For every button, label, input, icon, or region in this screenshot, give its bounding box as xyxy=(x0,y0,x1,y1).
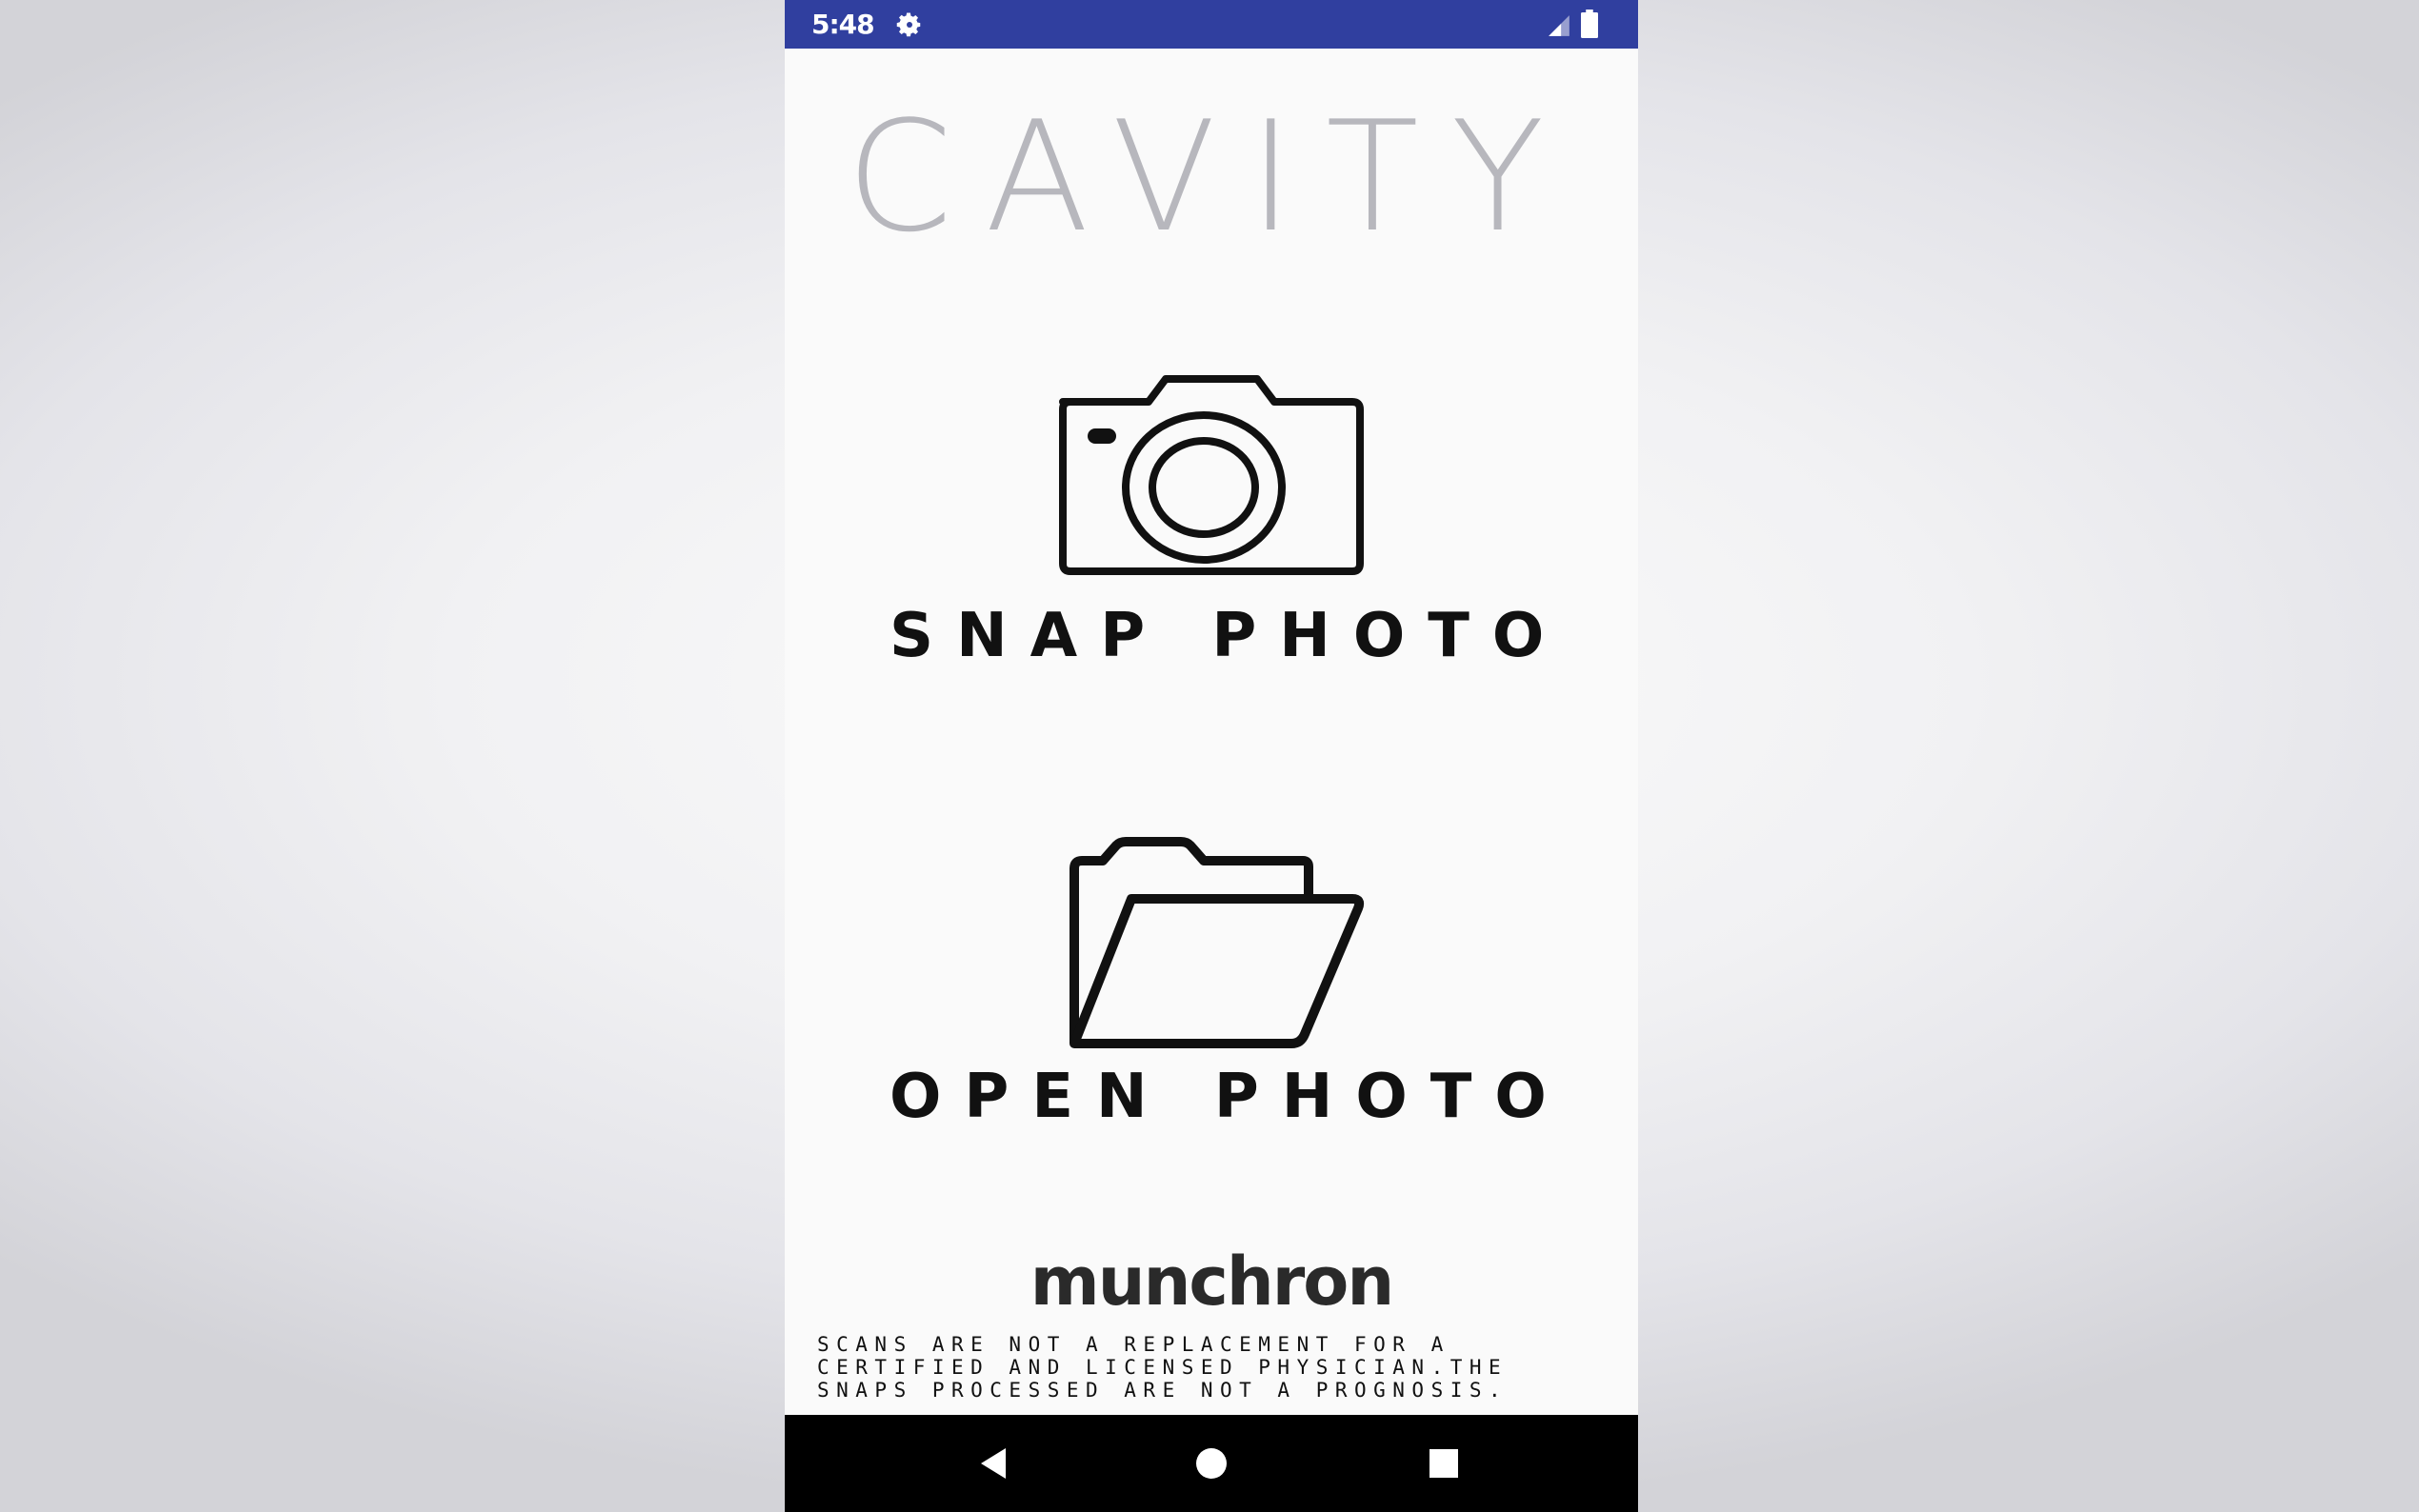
disclaimer-line: SCANS ARE NOT A REPLACEMENT FOR A xyxy=(817,1333,1450,1356)
cell-signal-icon xyxy=(1549,15,1569,36)
camera-icon xyxy=(1059,375,1364,575)
brand-logo: munchron xyxy=(1030,1243,1394,1321)
home-icon xyxy=(1196,1448,1227,1479)
open-photo-button[interactable]: OPEN PHOTO xyxy=(890,834,1569,1148)
open-photo-label: OPEN PHOTO xyxy=(890,1062,1569,1132)
status-time: 5:48 xyxy=(811,9,875,40)
snap-photo-button[interactable]: SNAP PHOTO xyxy=(890,373,1568,678)
back-button[interactable] xyxy=(937,1415,1051,1512)
app-title-text: CAVITY xyxy=(846,88,1577,266)
disclaimer-line: SNAPS PROCESSED ARE NOT A PROGNOSIS. xyxy=(817,1379,1509,1402)
recents-button[interactable] xyxy=(1387,1415,1501,1512)
back-icon xyxy=(981,1448,1006,1479)
home-button[interactable] xyxy=(1154,1415,1269,1512)
folder-open-icon xyxy=(1070,837,1365,1048)
status-bar: 5:48 xyxy=(785,0,1638,49)
disclaimer-line: CERTIFIED AND LICENSED PHYSICIAN.THE xyxy=(817,1356,1509,1379)
phone-screen: 5:48 CAVITY SNAP PHOTO OPEN PHOTO munchr… xyxy=(785,0,1638,1512)
battery-icon xyxy=(1581,10,1598,38)
recents-icon xyxy=(1429,1449,1458,1478)
settings-gear-icon xyxy=(896,12,921,37)
app-title: CAVITY xyxy=(785,91,1638,263)
navigation-bar xyxy=(785,1415,1638,1512)
disclaimer-text: SCANS ARE NOT A REPLACEMENT FOR A CERTIF… xyxy=(817,1333,1617,1402)
snap-photo-label: SNAP PHOTO xyxy=(890,601,1568,671)
